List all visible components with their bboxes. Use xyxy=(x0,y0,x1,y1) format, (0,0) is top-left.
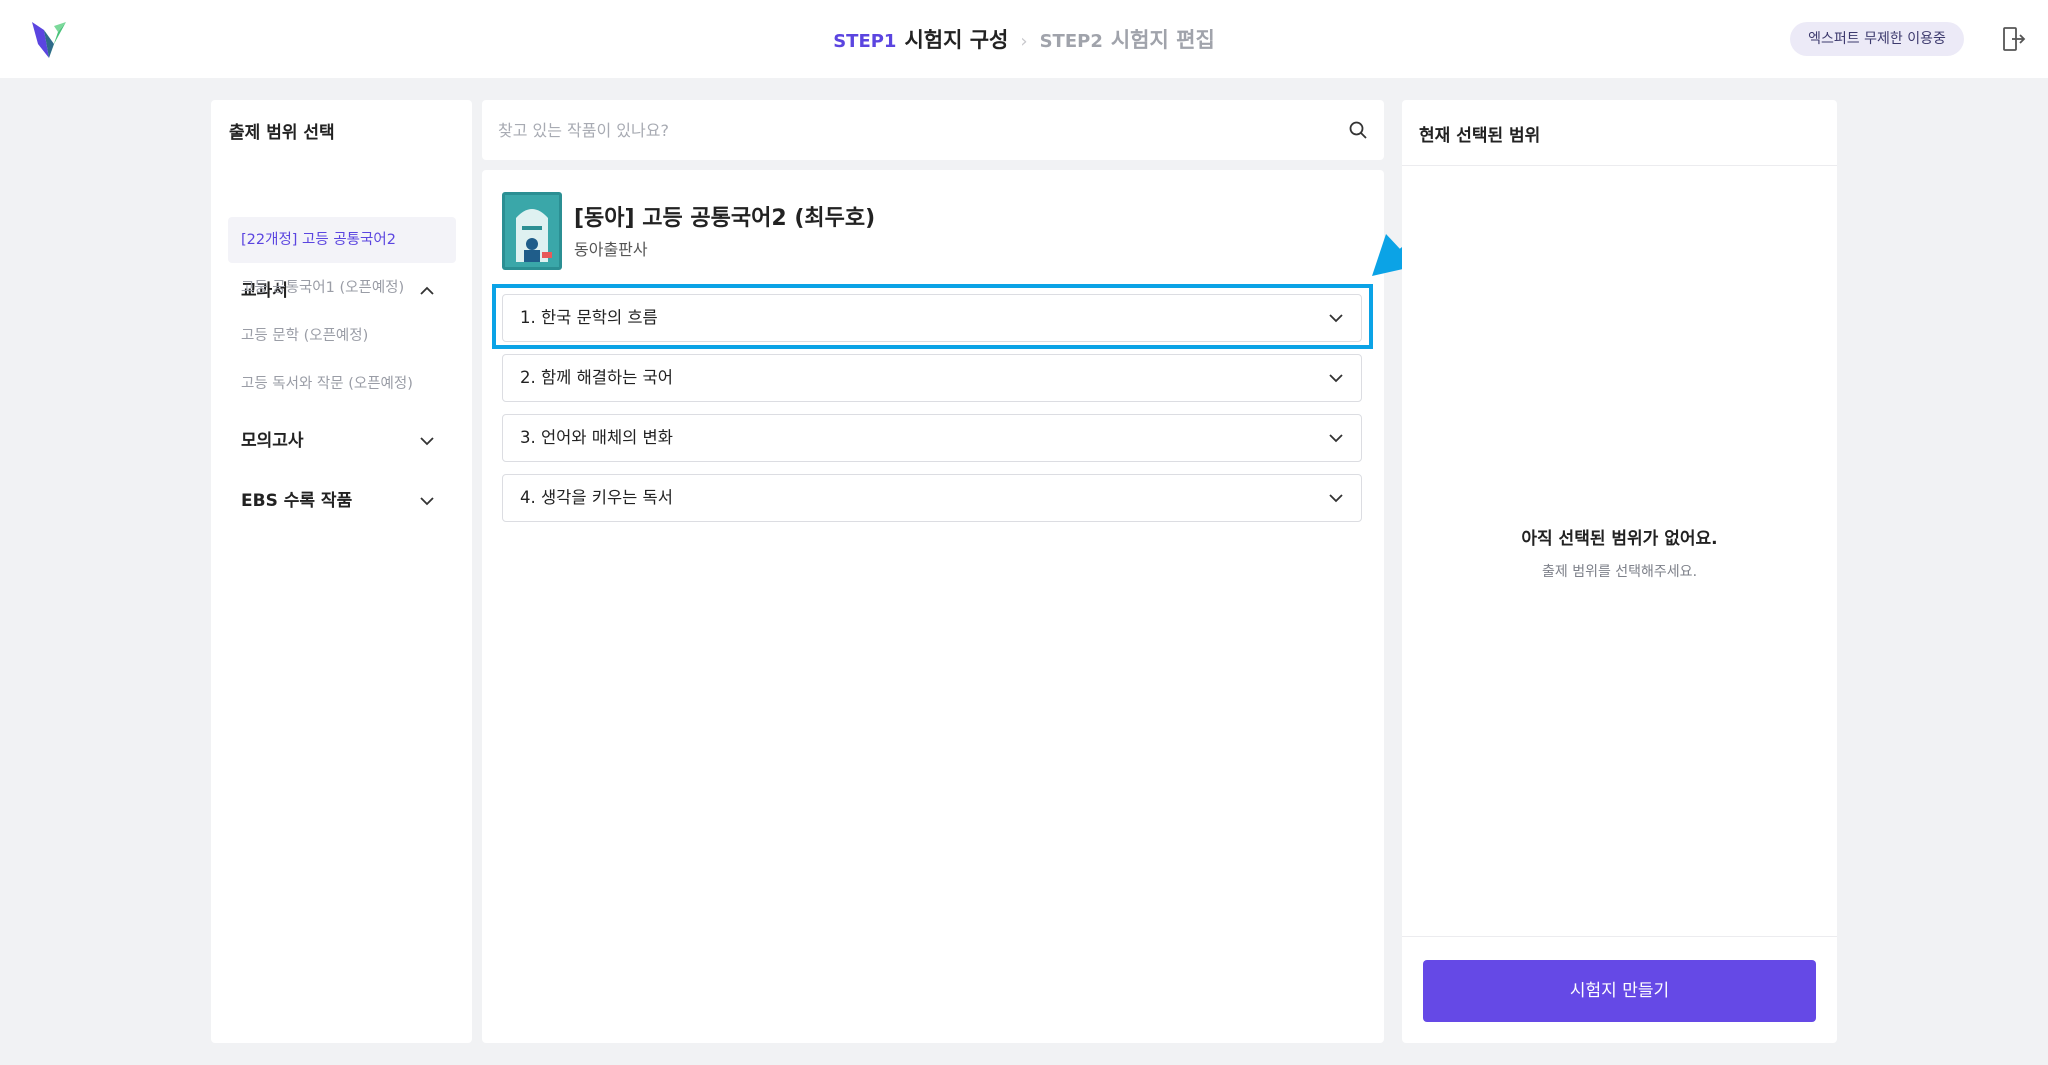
step2-title: 시험지 편집 xyxy=(1110,28,1215,52)
chapter-accordion[interactable]: 3. 언어와 매체의 변화 xyxy=(502,414,1362,462)
create-test-button[interactable]: 시험지 만들기 xyxy=(1423,960,1816,1022)
empty-state-title: 아직 선택된 범위가 없어요. xyxy=(1521,529,1718,549)
step-indicator: STEP1 시험지 구성 › STEP2 시험지 편집 xyxy=(0,24,2048,54)
category-label: EBS 수록 작품 xyxy=(241,491,353,511)
search-bar xyxy=(482,100,1384,160)
chevron-down-icon xyxy=(1329,494,1343,503)
book-publisher: 동아출판사 xyxy=(574,240,648,259)
empty-state-subtitle: 출제 범위를 선택해주세요. xyxy=(1541,564,1698,580)
chapter-accordion[interactable]: 1. 한국 문학의 흐름 xyxy=(502,294,1362,342)
chevron-down-icon xyxy=(420,437,434,446)
selected-scope-title: 현재 선택된 범위 xyxy=(1419,126,1541,146)
category-ebs[interactable]: EBS 수록 작품 xyxy=(241,486,446,516)
chevron-down-icon xyxy=(1329,314,1343,323)
chapter-label: 3. 언어와 매체의 변화 xyxy=(520,428,673,447)
sidebar-item-textbook-reading[interactable]: 고등 독서와 작문 (오픈예정) xyxy=(228,361,456,407)
top-bar: STEP1 시험지 구성 › STEP2 시험지 편집 엑스퍼트 무제한 이용중 xyxy=(0,0,2048,78)
step1-number: STEP1 xyxy=(833,31,897,52)
category-mock-exam[interactable]: 모의고사 xyxy=(241,426,446,456)
sidebar-item-textbook-literature[interactable]: 고등 문학 (오픈예정) xyxy=(228,313,456,359)
sidebar-item-textbook-common1[interactable]: 고등 공통국어1 (오픈예정) xyxy=(228,265,456,311)
chapter-label: 2. 함께 해결하는 국어 xyxy=(520,368,673,387)
exit-door-icon[interactable] xyxy=(2002,26,2026,52)
divider xyxy=(1402,936,1837,937)
scope-select-title: 출제 범위 선택 xyxy=(229,123,335,143)
divider xyxy=(1402,165,1837,166)
step1-title: 시험지 구성 xyxy=(904,28,1009,52)
chapter-accordion[interactable]: 2. 함께 해결하는 국어 xyxy=(502,354,1362,402)
chapter-label: 4. 생각을 키우는 독서 xyxy=(520,488,673,507)
chapter-accordion[interactable]: 4. 생각을 키우는 독서 xyxy=(502,474,1362,522)
plan-badge[interactable]: 엑스퍼트 무제한 이용중 xyxy=(1790,22,1964,56)
chevron-down-icon xyxy=(1329,434,1343,443)
step-separator-icon: › xyxy=(1020,31,1028,52)
scope-select-panel: 출제 범위 선택 교과서 [22개정] 고등 공통국어2 고등 공통국어1 (오… xyxy=(211,100,472,1043)
chevron-down-icon xyxy=(1329,374,1343,383)
search-icon[interactable] xyxy=(1348,120,1368,140)
chevron-down-icon xyxy=(420,497,434,506)
book-content-panel: [동아] 고등 공통국어2 (최두호) 동아출판사 1. 한국 문학의 흐름 2… xyxy=(482,170,1384,1043)
selected-scope-panel: 현재 선택된 범위 아직 선택된 범위가 없어요. 출제 범위를 선택해주세요.… xyxy=(1402,100,1837,1043)
book-cover-image xyxy=(502,192,562,270)
chapter-label: 1. 한국 문학의 흐름 xyxy=(520,308,658,327)
search-input[interactable] xyxy=(498,114,1318,146)
step2-number: STEP2 xyxy=(1039,31,1103,52)
category-label: 모의고사 xyxy=(241,431,304,451)
book-title: [동아] 고등 공통국어2 (최두호) xyxy=(574,206,876,231)
sidebar-item-textbook-22[interactable]: [22개정] 고등 공통국어2 xyxy=(228,217,456,263)
